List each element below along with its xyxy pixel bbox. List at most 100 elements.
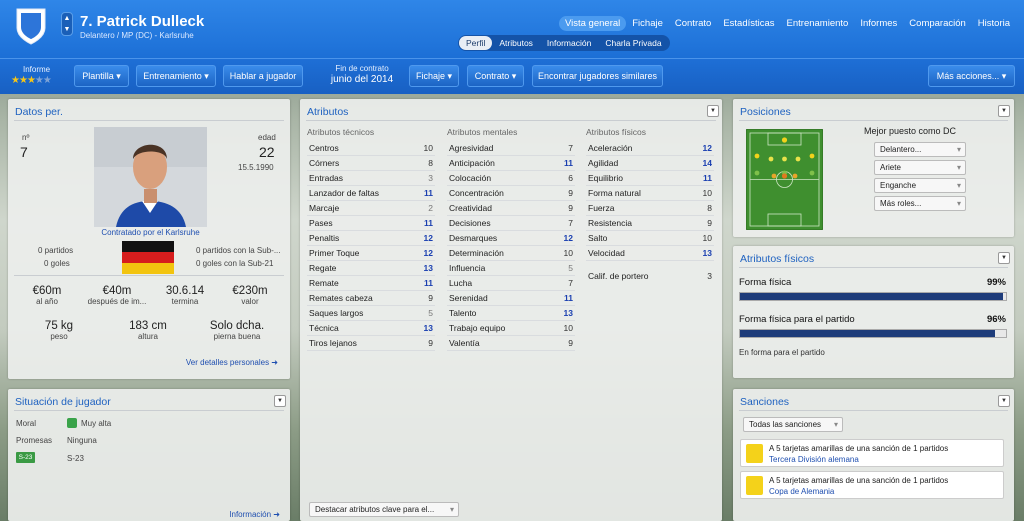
forma-label: Forma física [739,277,792,288]
attribute-value: 11 [424,218,433,228]
player-photo [94,127,207,227]
plantilla-button[interactable]: Plantilla ▾ [74,65,129,87]
similares-button[interactable]: Encontrar jugadores similares [532,65,663,87]
sanciones-filter[interactable]: Todas las sanciones [743,417,843,432]
role-dropdown-delantero[interactable]: Delantero... [874,142,966,157]
sanction-item[interactable]: A 5 tarjetas amarillas de una sanción de… [740,471,1004,499]
player-nav-arrows[interactable]: ▲ ▼ [61,12,73,36]
mas-acciones-button[interactable]: Más acciones... ▾ [928,65,1015,87]
attribute-value: 10 [423,143,433,153]
physical-header: Atributos físicos [586,127,646,137]
tab-historia[interactable]: Historia [972,16,1016,31]
subtab-informacion[interactable]: Información [540,36,598,50]
attribute-name: Tiros lejanos [309,338,357,348]
tab-estadisticas[interactable]: Estadísticas [717,16,780,31]
destacar-dropdown[interactable]: Destacar atributos clave para el... [309,502,459,517]
divider [739,120,1008,121]
hablar-button[interactable]: Hablar a jugador [223,65,303,87]
entrenamiento-button[interactable]: Entrenamiento ▾ [136,65,216,87]
tab-entrenamiento[interactable]: Entrenamiento [781,16,855,31]
birth-date: 15.5.1990 [238,163,274,172]
subtab-charla-privada[interactable]: Charla Privada [598,36,668,50]
panel-menu-icon[interactable]: ▼ [274,395,286,407]
contrato-button[interactable]: Contrato ▾ [467,65,524,87]
panel-menu-icon[interactable]: ▼ [707,105,719,117]
attribute-name: Primer Toque [309,248,360,258]
tab-fichaje[interactable]: Fichaje [626,16,669,31]
attribute-row: Salto 10 [586,231,714,246]
tab-vista-general[interactable]: Vista general [558,16,627,31]
tab-informes[interactable]: Informes [854,16,903,31]
sanction-item[interactable]: A 5 tarjetas amarillas de una sanción de… [740,439,1004,467]
promesas-label: Promesas [16,436,53,445]
attribute-value: 10 [563,248,573,258]
salary-stat: €60m al año [32,285,62,306]
subtab-perfil[interactable]: Perfil [459,36,493,50]
personal-details-link[interactable]: Ver detalles personales ➜ [186,358,278,367]
situacion-panel: Situación de jugador ▼ Moral Muy alta Pr… [8,389,290,521]
attribute-row: Córners 8 [307,156,435,171]
fisicos-panel: Atributos físicos ▼ Forma física 99% For… [733,246,1014,378]
star-icon: ★ [11,75,20,86]
sanction-competition[interactable]: Tercera División alemana [769,455,859,464]
attribute-name: Talento [449,308,477,318]
attribute-name: Velocidad [588,248,625,258]
attribute-value: 12 [423,248,433,258]
forma-note: En forma para el partido [739,348,825,357]
partido-bar [739,329,1007,338]
action-toolbar: Informe ★★★★★ Plantilla ▾ Entrenamiento … [0,58,1024,94]
attribute-value: 9 [707,218,712,228]
contract-caption[interactable]: Contratado por el Karlsruhe [68,228,233,237]
attribute-name: Determinación [449,248,504,258]
divider [739,267,1008,268]
attribute-row: Remates cabeza 9 [307,291,435,306]
attribute-row: Talento 13 [447,306,575,321]
mental-header: Atributos mentales [447,127,518,137]
prev-player-icon[interactable]: ▲ [62,13,72,24]
age-value: 22 [259,144,275,160]
attribute-value: 3 [428,173,433,183]
attribute-name: Desmarques [449,233,498,243]
attribute-row: Valentía 9 [447,336,575,351]
club-crest-icon[interactable] [14,6,48,46]
attribute-name: Penaltis [309,233,340,243]
attribute-row: Influencia 5 [447,261,575,276]
informe-label: Informe [23,65,51,74]
attribute-name: Lucha [449,278,473,288]
panel-menu-icon[interactable]: ▼ [998,252,1010,264]
sanction-text: A 5 tarjetas amarillas de una sanción de… [769,444,949,453]
tab-comparacion[interactable]: Comparación [903,16,972,31]
attribute-row: Equilibrio 11 [586,171,714,186]
sanction-competition[interactable]: Copa de Alemania [769,487,834,496]
panel-menu-icon[interactable]: ▼ [998,105,1010,117]
panel-menu-icon[interactable]: ▼ [998,395,1010,407]
sanciones-title: Sanciones [740,396,790,408]
attribute-value: 9 [428,293,433,303]
caps-count: 0 partidos [38,246,74,255]
informacion-link[interactable]: Información ➜ [229,510,280,519]
attribute-row: Remate 11 [307,276,435,291]
promesas-value: Ninguna [67,436,97,445]
role-dropdown-mas[interactable]: Más roles... [874,196,966,211]
contract-end-stat: 30.6.14 termina [165,285,205,306]
attribute-name: Córners [309,158,340,168]
tab-contrato[interactable]: Contrato [669,16,717,31]
next-player-icon[interactable]: ▼ [62,24,72,35]
fichaje-button[interactable]: Fichaje ▾ [409,65,459,87]
attribute-name: Decisiones [449,218,491,228]
subtab-atributos[interactable]: Atributos [492,36,540,50]
situacion-title: Situación de jugador [15,396,111,408]
attribute-row: Trabajo equipo 10 [447,321,575,336]
attribute-value: 9 [568,203,573,213]
datos-title: Datos per. [15,106,63,118]
atributos-title: Atributos [307,106,349,118]
role-dropdown-enganche[interactable]: Enganche [874,178,966,193]
attribute-row: Determinación 10 [447,246,575,261]
player-position[interactable]: Delantero / MP (DC) - Karlsruhe [80,31,194,40]
star-icon: ★ [26,75,36,86]
role-dropdown-ariete[interactable]: Ariete [874,160,966,175]
attribute-row: Fuerza 8 [586,201,714,216]
attribute-row: Concentración 9 [447,186,575,201]
attribute-row: Agilidad 14 [586,156,714,171]
attribute-row: Lanzador de faltas 11 [307,186,435,201]
